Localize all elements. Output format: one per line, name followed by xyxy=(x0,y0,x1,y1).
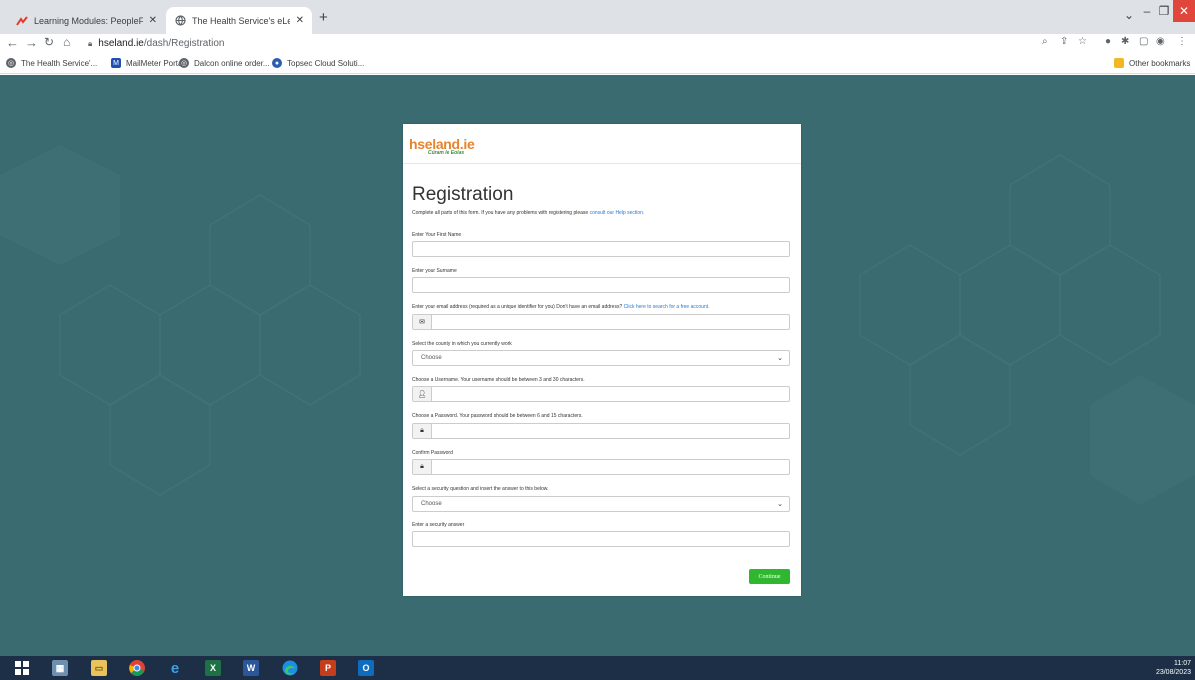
bookmark-label: Topsec Cloud Soluti... xyxy=(287,58,365,68)
email-label: Enter your email address (required as a … xyxy=(412,304,710,310)
minimize-icon[interactable]: ‒ xyxy=(1139,0,1155,22)
security-answer-input[interactable] xyxy=(412,531,790,547)
share-icon[interactable]: ⇪ xyxy=(1060,36,1068,47)
home-icon[interactable]: ⌂ xyxy=(63,35,70,49)
forward-icon[interactable]: → xyxy=(25,35,38,50)
confirm-password-label: Confirm Password xyxy=(412,450,453,456)
globe-icon: ◎ xyxy=(179,58,189,68)
bookmark-item[interactable]: ● Topsec Cloud Soluti... xyxy=(272,58,364,68)
help-link[interactable]: consult our Help section. xyxy=(590,210,645,216)
lock-icon: 🔒︎ xyxy=(88,38,93,48)
username-label: Choose a Username. Your username should … xyxy=(412,377,585,383)
county-select-value: Choose xyxy=(421,355,442,361)
tab-label: Learning Modules: PeopleFluent xyxy=(34,15,143,26)
site-header: hseland.ie Cúram le Eolas xyxy=(403,124,801,164)
excel-icon[interactable]: X xyxy=(205,660,221,676)
close-window-icon[interactable]: ✕ xyxy=(1173,0,1195,22)
clock-date: 23/08/2023 xyxy=(1155,669,1191,676)
topsec-icon: ● xyxy=(272,58,282,68)
continue-button[interactable]: Continue xyxy=(749,569,790,584)
chrome-icon[interactable] xyxy=(129,660,145,676)
other-bookmarks-label: Other bookmarks xyxy=(1129,58,1191,68)
internet-explorer-icon[interactable]: e xyxy=(167,660,183,677)
username-field[interactable]: 👤︎ xyxy=(412,386,790,402)
windows-start-icon[interactable] xyxy=(14,660,30,676)
address-path: /dash/Registration xyxy=(143,38,225,49)
tab-search-icon[interactable]: ⌄ xyxy=(1121,4,1137,26)
profile-icon[interactable]: ◉ xyxy=(1156,36,1165,47)
bookmark-label: The Health Service'... xyxy=(21,58,98,68)
confirm-password-field[interactable]: 🔒︎ xyxy=(412,459,790,475)
other-bookmarks[interactable]: Other bookmarks xyxy=(1114,58,1190,68)
star-icon[interactable]: ☆ xyxy=(1078,36,1087,47)
lock-icon: 🔒︎ xyxy=(413,460,432,474)
free-account-link[interactable]: Click here to search for a free account. xyxy=(624,304,710,310)
file-explorer-icon[interactable]: ▭ xyxy=(91,660,107,676)
password-label: Choose a Password. Your password should … xyxy=(412,413,583,419)
globe-icon: ◎ xyxy=(6,58,16,68)
county-select[interactable]: Choose ⌄ xyxy=(412,350,790,366)
lock-icon: 🔒︎ xyxy=(413,424,432,438)
first-name-input[interactable] xyxy=(412,241,790,257)
new-tab-button[interactable]: + xyxy=(319,9,328,26)
edge-icon[interactable] xyxy=(282,660,298,676)
bookmark-item[interactable]: ◎ Dalcon online order... xyxy=(179,58,270,68)
puzzle-icon[interactable]: ✱ xyxy=(1121,36,1129,47)
menu-icon[interactable]: ⋮ xyxy=(1177,36,1187,47)
bookmark-item[interactable]: M MailMeter Portal xyxy=(111,58,184,68)
reload-icon[interactable]: ↻ xyxy=(44,35,54,49)
bookmark-label: MailMeter Portal xyxy=(126,58,185,68)
bookmark-label: Dalcon online order... xyxy=(194,58,270,68)
email-label-text: Enter your email address (required as a … xyxy=(412,304,623,310)
back-icon[interactable]: ← xyxy=(6,35,19,50)
email-field[interactable]: ✉ xyxy=(412,314,790,330)
address-bar[interactable]: 🔒︎ hseland.ie/dash/Registration xyxy=(88,36,1028,51)
security-question-label: Select a security question and insert th… xyxy=(412,486,549,492)
security-question-value: Choose xyxy=(421,501,442,507)
bookmark-item[interactable]: ◎ The Health Service'... xyxy=(6,58,97,68)
close-icon[interactable]: ✕ xyxy=(296,15,304,26)
outlook-icon[interactable]: O xyxy=(358,660,374,676)
zoom-icon[interactable]: ⌕ xyxy=(1042,36,1048,47)
form-intro: Complete all parts of this form. If you … xyxy=(412,210,644,216)
chevron-down-icon: ⌄ xyxy=(777,355,783,362)
user-icon: 👤︎ xyxy=(413,387,432,401)
sidepanel-icon[interactable]: ▢ xyxy=(1139,36,1148,47)
peoplefluent-icon xyxy=(16,15,28,27)
powerpoint-icon[interactable]: P xyxy=(320,660,336,676)
security-answer-label: Enter a security answer xyxy=(412,522,465,528)
clock-time: 11:07 xyxy=(1174,660,1191,667)
mailmeter-icon: M xyxy=(111,58,121,68)
screen: { "browser": { "tabs": [ {"label": "Lear… xyxy=(0,0,1195,680)
surname-input[interactable] xyxy=(412,277,790,293)
tab-label: The Health Service's eLearning a xyxy=(192,15,290,26)
password-field[interactable]: 🔒︎ xyxy=(412,423,790,439)
tab-hseland[interactable]: The Health Service's eLearning a ✕ xyxy=(166,7,312,34)
tab-peoplefluent[interactable]: Learning Modules: PeopleFluent ✕ xyxy=(8,7,165,34)
word-icon[interactable]: W xyxy=(243,660,259,676)
envelope-icon: ✉ xyxy=(413,315,432,329)
site-tagline: Cúram le Eolas xyxy=(428,150,465,156)
calculator-icon[interactable]: ▦ xyxy=(52,660,68,676)
folder-icon xyxy=(1114,58,1124,68)
county-label: Select the county in which you currently… xyxy=(412,341,512,347)
first-name-label: Enter Your First Name xyxy=(412,232,462,238)
surname-label: Enter your Surname xyxy=(412,268,457,274)
extension-icon[interactable]: ● xyxy=(1105,36,1111,47)
globe-icon xyxy=(174,15,186,27)
close-icon[interactable]: ✕ xyxy=(149,15,157,26)
registration-card: hseland.ie Cúram le Eolas Registration C… xyxy=(403,124,801,596)
chevron-down-icon: ⌄ xyxy=(777,501,783,508)
security-question-select[interactable]: Choose ⌄ xyxy=(412,496,790,512)
page-title: Registration xyxy=(412,184,514,205)
taskbar-clock[interactable]: 11:07 23/08/2023 xyxy=(1147,659,1191,677)
restore-icon[interactable]: ❐ xyxy=(1156,0,1172,22)
address-host: hseland.ie xyxy=(98,38,144,49)
intro-text: Complete all parts of this form. If you … xyxy=(412,210,589,216)
